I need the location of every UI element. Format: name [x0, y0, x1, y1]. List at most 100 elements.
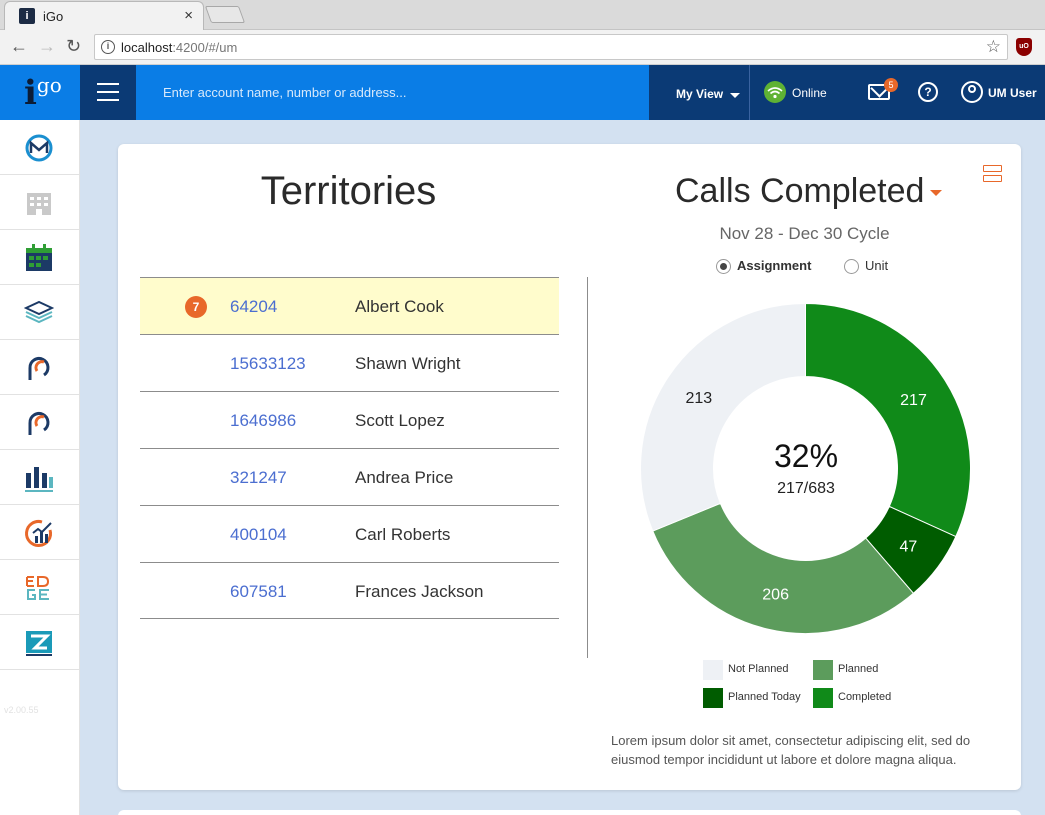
back-arrow-icon[interactable]: ←	[10, 36, 28, 57]
stack-icon	[24, 300, 54, 324]
territory-number-link[interactable]: 400104	[230, 525, 287, 545]
territory-owner-name: Scott Lopez	[355, 411, 445, 430]
account-search-input[interactable]	[136, 65, 649, 120]
my-view-dropdown[interactable]: My View	[676, 87, 723, 101]
bar-graph-icon	[25, 467, 53, 492]
territory-number-link[interactable]: 321247	[230, 468, 287, 488]
sidebar-item-m[interactable]	[0, 120, 79, 175]
territory-row[interactable]: 1646986 Scott Lopez	[140, 391, 559, 448]
territory-number-link[interactable]: 15633123	[230, 354, 306, 374]
m-logo-icon	[25, 134, 53, 162]
user-icon[interactable]	[961, 81, 983, 103]
chart-check-icon	[25, 520, 52, 547]
info-icon[interactable]: i	[101, 40, 115, 54]
territory-owner-name: Andrea Price	[355, 468, 454, 487]
sidebar-item-arrow-box[interactable]	[0, 615, 79, 670]
user-menu[interactable]: UM User	[988, 86, 1037, 100]
chart-legend: Not Planned Planned Planned Today Completed	[703, 660, 923, 710]
territory-owner-name: Shawn Wright	[355, 354, 461, 373]
bookmark-star-icon[interactable]: ☆	[986, 37, 1001, 57]
donut-center-fraction: 217/683	[777, 480, 835, 497]
hamburger-menu-button[interactable]	[80, 65, 136, 120]
browser-tab[interactable]: i iGo ×	[4, 1, 204, 30]
territory-row[interactable]: 321247 Andrea Price	[140, 448, 559, 505]
calls-completed-title[interactable]: Calls Completed	[675, 172, 924, 211]
donut-slice-label: 217	[900, 392, 927, 409]
mail-count-badge: 5	[884, 78, 898, 92]
cycle-label: Nov 28 - Dec 30 Cycle	[719, 224, 890, 243]
wifi-icon	[764, 81, 786, 103]
version-label: v2.00.55	[4, 705, 39, 715]
sidebar-item-c-alt[interactable]	[0, 395, 79, 450]
new-tab-button[interactable]	[204, 6, 246, 23]
legend-label: Planned Today	[728, 691, 801, 703]
legend-swatch	[813, 688, 833, 708]
sidebar-item-bars[interactable]	[0, 450, 79, 505]
sidebar-item-chart-check[interactable]	[0, 505, 79, 560]
igo-logo: igo	[24, 73, 62, 113]
territory-number-link[interactable]: 1646986	[230, 411, 296, 431]
territories-table: 7 64204 Albert Cook 15633123 Shawn Wright 164…	[140, 277, 559, 619]
calendar-icon	[26, 244, 52, 271]
caret-down-icon[interactable]	[930, 190, 942, 196]
territory-number-link[interactable]: 607581	[230, 582, 287, 602]
arrow-box-icon	[26, 631, 52, 656]
edge-logo-icon	[26, 576, 50, 600]
caret-down-icon[interactable]	[730, 93, 740, 98]
tab-close-icon[interactable]: ×	[184, 7, 193, 24]
app-header: igo My View Online 5 ? UM User	[0, 65, 1045, 120]
territory-row[interactable]: 7 64204 Albert Cook	[140, 277, 559, 334]
description-text: Lorem ipsum dolor sit amet, consectetur …	[611, 733, 971, 767]
donut-slice-label: 213	[685, 390, 712, 407]
territory-row[interactable]: 400104 Carl Roberts	[140, 505, 559, 562]
radio-unselected-icon[interactable]	[844, 259, 859, 275]
header-divider	[749, 65, 750, 120]
sidebar-item-edge[interactable]	[0, 560, 79, 615]
section-divider	[587, 277, 588, 658]
territory-owner-name: Frances Jackson	[355, 582, 484, 601]
territory-badge: 7	[185, 296, 207, 318]
sidebar-item-calendar[interactable]	[0, 230, 79, 285]
sidebar-item-stack[interactable]	[0, 285, 79, 340]
territory-number-link[interactable]: 64204	[230, 297, 277, 317]
sidebar-item-c[interactable]	[0, 340, 79, 395]
radio-assignment[interactable]: Assignment	[716, 258, 811, 275]
online-status: Online	[792, 86, 827, 100]
legend-swatch	[703, 660, 723, 680]
address-bar[interactable]: i localhost:4200/#/um ☆	[94, 34, 1008, 60]
territory-row[interactable]: 607581 Frances Jackson	[140, 562, 559, 619]
header-right-bar: My View Online 5 ? UM User	[649, 65, 1045, 120]
url-text: localhost:4200/#/um	[121, 40, 238, 55]
favicon-icon: i	[19, 8, 35, 24]
donut-slice-planned[interactable]	[652, 502, 915, 634]
browser-toolbar: ← → ↻ i localhost:4200/#/um ☆ uO	[0, 30, 1045, 65]
building-icon	[27, 193, 51, 215]
hamburger-icon	[97, 83, 119, 107]
app-sidebar: v2.00.55	[0, 120, 80, 815]
logo-box[interactable]: igo	[0, 65, 80, 120]
sidebar-item-building[interactable]	[0, 175, 79, 230]
c-logo-icon	[28, 357, 50, 380]
help-icon[interactable]: ?	[918, 82, 938, 102]
legend-label: Completed	[838, 691, 892, 703]
forward-arrow-icon[interactable]: →	[38, 36, 56, 57]
radio-unit[interactable]: Unit	[844, 258, 888, 275]
territory-owner-name: Albert Cook	[355, 297, 444, 316]
browser-tab-bar: i iGo ×	[0, 0, 1045, 30]
tab-title: iGo	[43, 9, 64, 24]
list-view-icon[interactable]	[983, 165, 1002, 182]
territory-row[interactable]: 15633123 Shawn Wright	[140, 334, 559, 391]
reload-icon[interactable]: ↻	[66, 36, 81, 57]
legend-label: Not Planned	[728, 663, 789, 675]
second-card	[118, 810, 1021, 815]
radio-selected-icon[interactable]	[716, 259, 731, 275]
dashboard-card: Territories 7 64204 Albert Cook 15633123 Sha…	[118, 144, 1021, 790]
donut-slice-label: 206	[762, 586, 789, 603]
territory-owner-name: Carl Roberts	[355, 525, 451, 544]
ublock-extension-icon[interactable]: uO	[1016, 38, 1032, 56]
donut-slice-completed[interactable]	[805, 303, 971, 538]
legend-swatch	[703, 688, 723, 708]
legend-swatch	[813, 660, 833, 680]
c-logo-alt-icon	[28, 412, 50, 435]
donut-center-percent: 32%	[773, 438, 839, 474]
